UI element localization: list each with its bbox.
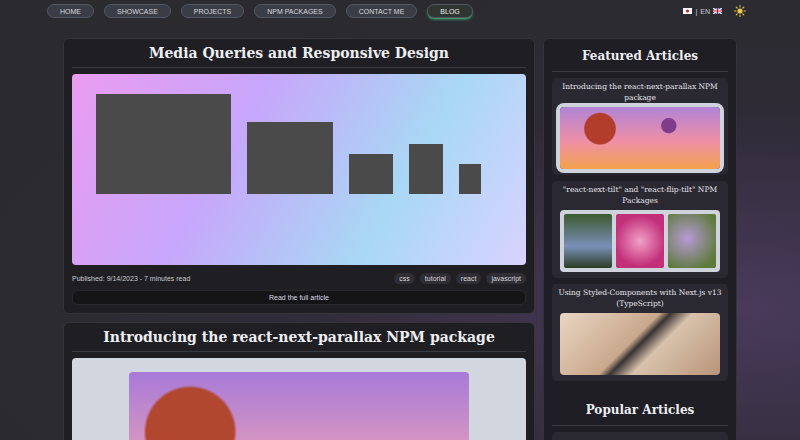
article-card: Media Queries and Responsive Design Publi… xyxy=(63,38,535,314)
featured-article[interactable]: Using Styled-Components with Next.js v13… xyxy=(552,284,728,381)
sidebar: Featured Articles Introducing the react-n… xyxy=(543,38,737,440)
featured-image[interactable] xyxy=(560,210,720,272)
article-title[interactable]: Media Queries and Responsive Design xyxy=(72,39,526,68)
nav-list: HOME SHOWCASE PROJECTS NPM PACKAGES CONTACT … xyxy=(47,4,683,18)
featured-article[interactable]: Introducing the react-next-parallax NPM … xyxy=(552,78,728,175)
top-nav: HOME SHOWCASE PROJECTS NPM PACKAGES CONTACT … xyxy=(0,0,800,22)
article-list: Media Queries and Responsive Design Publi… xyxy=(63,38,535,440)
nav-item[interactable]: CONTACT ME xyxy=(346,4,418,18)
article-image[interactable] xyxy=(72,358,526,440)
featured-title[interactable]: Introducing the react-next-parallax NPM … xyxy=(557,82,723,103)
featured-image[interactable] xyxy=(560,313,720,375)
featured-article[interactable]: "react-next-tilt" and "react-flip-tilt" … xyxy=(552,181,728,278)
nav-item[interactable]: SHOWCASE xyxy=(104,4,171,18)
language-switch[interactable]: |EN xyxy=(683,8,722,15)
read-article-button[interactable]: Read the full article xyxy=(72,290,526,305)
nav-item[interactable]: HOME xyxy=(47,4,94,18)
article-card: Introducing the react-next-parallax NPM … xyxy=(63,322,535,440)
balloon-picture xyxy=(129,372,469,440)
tag[interactable]: css xyxy=(394,273,415,284)
language-separator: | xyxy=(695,8,697,15)
featured-image[interactable] xyxy=(560,107,720,169)
blog-page: HOME SHOWCASE PROJECTS NPM PACKAGES CONTACT … xyxy=(0,0,800,440)
nav-item[interactable]: PROJECTS xyxy=(181,4,244,18)
featured-title[interactable]: Using Styled-Components with Next.js v13… xyxy=(557,288,723,309)
popular-heading: Popular Articles xyxy=(552,393,728,426)
article-meta: Published: 9/14/2023 - 7 minutes read css… xyxy=(72,273,526,284)
content: Media Queries and Responsive Design Publi… xyxy=(0,22,800,440)
published-date: Published: 9/14/2023 - 7 minutes read xyxy=(72,275,190,282)
language-label[interactable]: EN xyxy=(700,8,710,15)
article-image[interactable] xyxy=(72,74,526,265)
sun-icon[interactable] xyxy=(734,5,746,17)
tag[interactable]: javascript xyxy=(486,273,526,284)
popular-article[interactable] xyxy=(552,432,728,440)
tag[interactable]: react xyxy=(456,273,482,284)
devices-picture xyxy=(72,74,526,194)
nav-item[interactable]: NPM PACKAGES xyxy=(254,4,336,18)
article-title[interactable]: Introducing the react-next-parallax NPM … xyxy=(72,323,526,352)
featured-heading: Featured Articles xyxy=(552,39,728,72)
japan-flag-icon[interactable] xyxy=(683,8,692,14)
tag[interactable]: tutorial xyxy=(420,273,451,284)
nav-item[interactable]: BLOG xyxy=(427,4,472,18)
tag-list: css tutorial react javascript xyxy=(394,273,526,284)
nav-tools: |EN xyxy=(683,5,746,17)
uk-flag-icon[interactable] xyxy=(713,8,722,14)
featured-title[interactable]: "react-next-tilt" and "react-flip-tilt" … xyxy=(557,185,723,206)
